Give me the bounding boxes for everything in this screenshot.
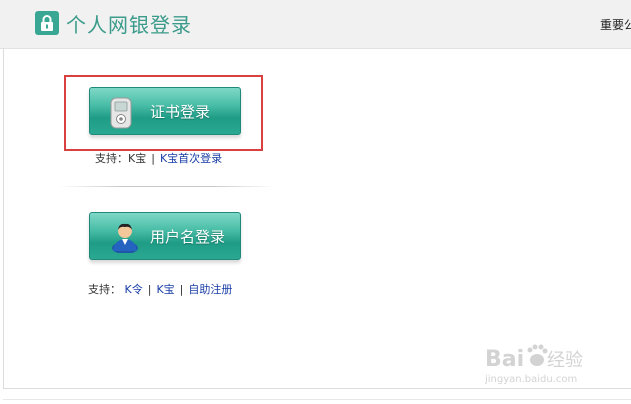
highlight-annotation bbox=[64, 75, 263, 151]
footer-border bbox=[3, 399, 631, 400]
page-header: 个人网银登录 重要公 bbox=[0, 0, 631, 49]
watermark-brand-suffix: 经验 bbox=[547, 350, 583, 371]
important-notice-link[interactable]: 重要公 bbox=[600, 16, 631, 33]
cert-support-row: 支持：K宝 | K宝首次登录 bbox=[95, 150, 222, 166]
user-icon bbox=[110, 221, 140, 257]
kbao-first-login-link[interactable]: K宝首次登录 bbox=[160, 152, 222, 165]
separator: | bbox=[151, 152, 155, 165]
user-support-row: 支持： K令 | K宝 | 自助注册 bbox=[88, 281, 232, 297]
kling-link[interactable]: K令 bbox=[125, 283, 143, 296]
login-page: 个人网银登录 重要公 证书登录 支持：K宝 | K宝首次登录 用户名登录 支持：… bbox=[0, 0, 631, 404]
watermark-url: jingyan.baidu.com bbox=[485, 374, 577, 385]
watermark-brand: Bai bbox=[485, 347, 524, 372]
cert-support-label: 支持：K宝 bbox=[95, 152, 147, 165]
content-bottom-border bbox=[3, 388, 631, 389]
self-register-link[interactable]: 自助注册 bbox=[188, 283, 232, 296]
content-left-border bbox=[3, 48, 4, 388]
lock-icon bbox=[35, 11, 59, 35]
username-login-button[interactable]: 用户名登录 bbox=[89, 212, 241, 260]
page-title: 个人网银登录 bbox=[66, 13, 192, 37]
user-support-label: 支持： bbox=[88, 283, 121, 296]
separator: | bbox=[147, 283, 152, 296]
baidu-jingyan-watermark: Bai 经验 jingyan.baidu.com bbox=[485, 336, 605, 386]
section-divider bbox=[58, 186, 276, 187]
kbao-link[interactable]: K宝 bbox=[156, 283, 174, 296]
separator: | bbox=[179, 283, 184, 296]
username-login-label: 用户名登录 bbox=[150, 228, 226, 246]
